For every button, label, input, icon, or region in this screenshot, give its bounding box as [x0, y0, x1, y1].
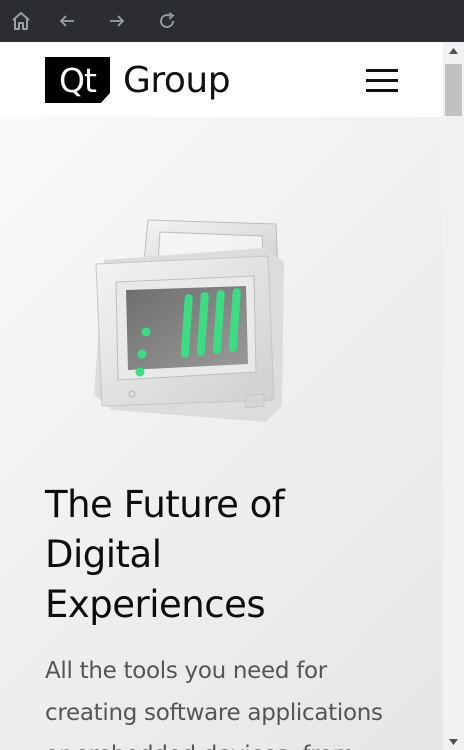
home-icon	[12, 12, 30, 30]
browser-toolbar	[0, 0, 464, 42]
forward-arrow-icon	[110, 15, 125, 27]
hero-description-line: or embedded devices, from	[45, 734, 395, 750]
hero-title: The Future of Digital Experiences	[45, 480, 425, 630]
screen-dot	[135, 367, 145, 377]
screen-dot	[137, 349, 147, 359]
site-header: Qt Group	[0, 42, 443, 117]
forward-button[interactable]	[92, 0, 142, 42]
reload-icon	[160, 12, 175, 28]
hamburger-menu-icon[interactable]	[366, 69, 398, 93]
logo-text: Group	[123, 59, 231, 101]
hero-title-line: Digital	[45, 533, 162, 576]
hero-description-line: All the tools you need for	[45, 658, 327, 684]
page-viewport: Qt Group The Future of Digital Experienc…	[0, 42, 443, 750]
vertical-scrollbar[interactable]	[443, 42, 464, 750]
logo-mark: Qt	[45, 57, 110, 103]
reload-button[interactable]	[142, 0, 192, 42]
hero-description: All the tools you need for creating soft…	[45, 650, 395, 750]
back-button[interactable]	[42, 0, 92, 42]
screen-dot	[141, 327, 151, 337]
scroll-up-arrow-icon[interactable]	[443, 42, 464, 59]
scrollbar-thumb[interactable]	[445, 64, 462, 116]
hero-title-line: Experiences	[45, 583, 266, 626]
back-arrow-icon	[59, 15, 74, 27]
qt-group-logo[interactable]: Qt Group	[45, 57, 231, 103]
scroll-down-arrow-icon[interactable]	[443, 733, 464, 750]
home-button[interactable]	[0, 0, 42, 42]
device-illustration	[94, 219, 284, 422]
hero-title-line: The Future of	[45, 483, 285, 526]
hero-description-line: creating software applications	[45, 700, 383, 726]
